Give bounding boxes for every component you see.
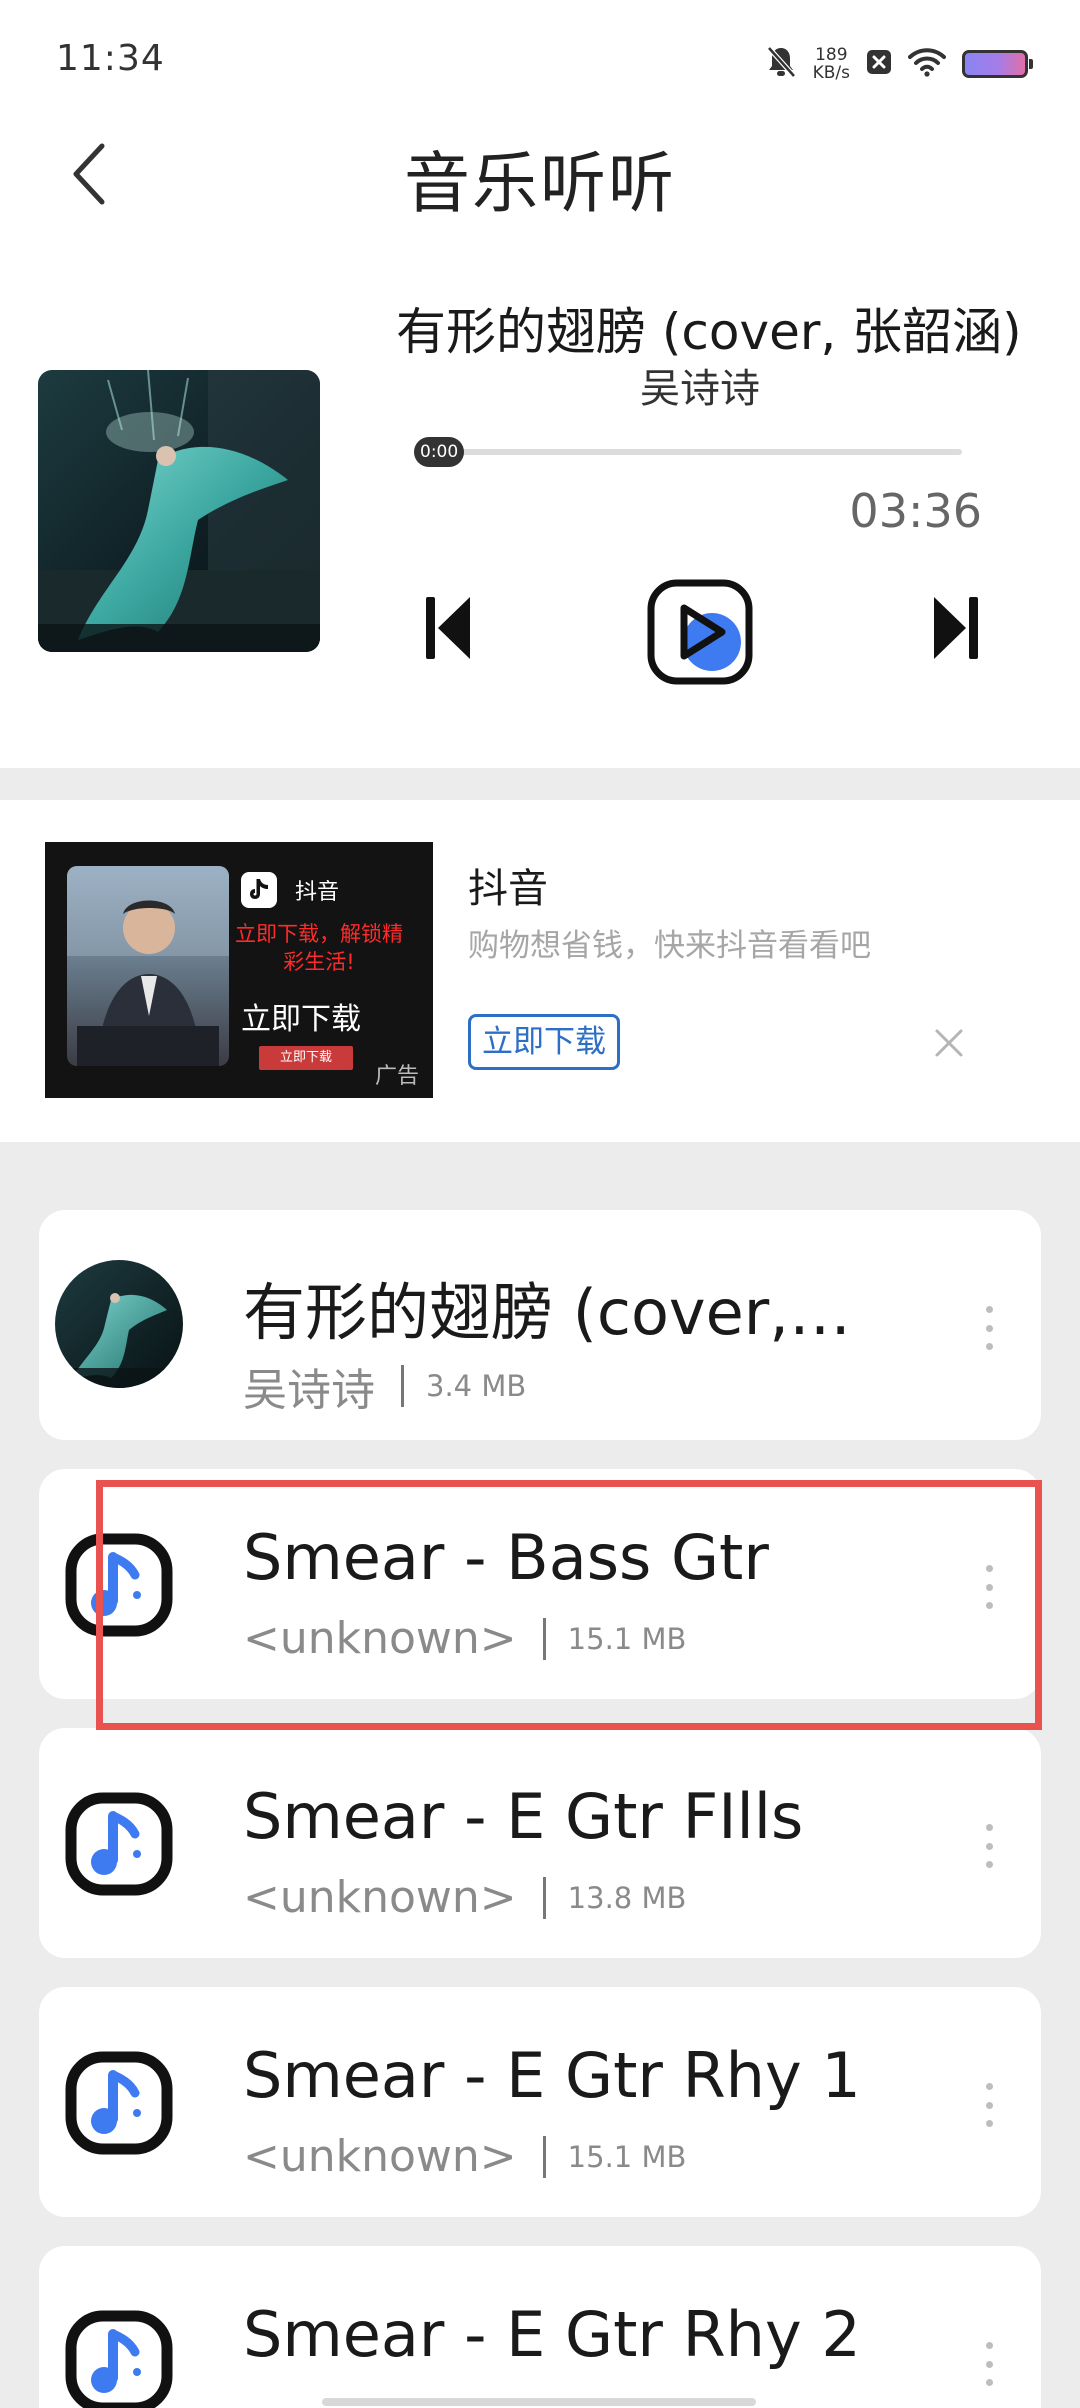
ad-image-label: 广告 [374, 1064, 419, 1089]
net-speed-value: 189 [815, 45, 848, 65]
skip-next-icon [934, 597, 978, 659]
meta-separator [542, 2135, 546, 2178]
song-artist: 吴诗诗 [243, 1365, 375, 1416]
song-title: Smear - Bass Gtr [243, 1521, 769, 1594]
song-title: Smear - E Gtr Rhy 2 [243, 2298, 861, 2371]
music-player-screen: 11:34 189 KB/s 音乐听听 有形的翅膀 (cover, 张韶涵) 吴… [0, 0, 1080, 2408]
bell-off-icon [765, 45, 797, 83]
more-options-button[interactable] [977, 1810, 1001, 1882]
ad-title: 抖音 [468, 866, 548, 912]
track-artist: 吴诗诗 [640, 366, 760, 412]
song-meta: <unknown> 15.1 MB [243, 1613, 686, 1664]
skip-previous-icon [426, 597, 470, 659]
close-icon [935, 1029, 963, 1057]
more-dot-icon [985, 1583, 993, 1591]
song-size: 15.1 MB [567, 1621, 687, 1656]
next-button[interactable] [920, 588, 990, 668]
song-size: 15.1 MB [567, 2139, 687, 2174]
more-dot-icon [985, 1602, 993, 1609]
album-art[interactable] [38, 370, 320, 652]
ad-image-download-text: 立即下载 [241, 1002, 361, 1037]
song-item[interactable]: Smear - Bass Gtr <unknown> 15.1 MB [39, 1469, 1041, 1699]
song-thumbnail [55, 1260, 183, 1388]
more-options-button[interactable] [977, 2069, 1001, 2141]
music-note-icon [65, 2049, 173, 2157]
song-artist: <unknown> [243, 1613, 517, 1664]
song-artist: <unknown> [243, 1872, 517, 1923]
more-dot-icon [985, 2379, 993, 2386]
music-note-icon [65, 2308, 173, 2408]
music-note-icon [65, 1790, 173, 1898]
close-box-icon [866, 48, 892, 80]
meta-separator [542, 1617, 546, 1660]
more-dot-icon [985, 2120, 993, 2127]
play-button[interactable] [644, 576, 756, 688]
ad-banner[interactable]: 抖音 立即下载，解锁精 彩生活! 立即下载 立即下载 广告 抖音 购物想省钱，快… [0, 800, 1080, 1142]
more-dot-icon [985, 2342, 993, 2349]
progress-bar[interactable]: 0:00 [414, 437, 962, 467]
more-dot-icon [985, 1565, 993, 1572]
song-item[interactable]: Smear - E Gtr Rhy 2 [39, 2246, 1041, 2408]
more-dot-icon [985, 1343, 993, 1350]
song-size: 3.4 MB [426, 1369, 527, 1403]
more-options-button[interactable] [977, 1551, 1001, 1623]
battery-icon [962, 50, 1033, 78]
ad-download-button[interactable]: 立即下载 [468, 1014, 620, 1070]
ad-image-slogan: 立即下载，解锁精 彩生活! [209, 920, 429, 976]
more-dot-icon [985, 1324, 993, 1332]
song-meta: <unknown> 13.8 MB [243, 1872, 686, 1923]
more-options-button[interactable] [977, 1292, 1001, 1364]
ad-photo [67, 866, 229, 1066]
player-section: 11:34 189 KB/s 音乐听听 有形的翅膀 (cover, 张韶涵) 吴… [0, 0, 1080, 768]
net-speed-unit: KB/s [812, 63, 850, 83]
network-speed: 189 KB/s [813, 46, 850, 82]
play-icon [647, 579, 753, 685]
more-dot-icon [985, 1861, 993, 1868]
ad-image-brand: 抖音 [295, 880, 340, 905]
song-size: 13.8 MB [567, 1880, 687, 1915]
more-dot-icon [985, 2083, 993, 2090]
track-title: 有形的翅膀 (cover, 张韶涵) [396, 303, 1022, 361]
meta-separator [401, 1365, 404, 1407]
song-title: Smear - E Gtr FIlls [243, 1780, 804, 1853]
status-icons: 189 KB/s [765, 40, 1033, 88]
more-dot-icon [985, 1824, 993, 1831]
more-options-button[interactable] [977, 2328, 1001, 2400]
ad-close-button[interactable] [926, 1020, 972, 1066]
album-art-image [38, 370, 320, 652]
previous-button[interactable] [414, 588, 484, 668]
music-note-icon [65, 1531, 173, 1639]
status-bar: 11:34 189 KB/s [0, 0, 1080, 124]
wifi-icon [908, 47, 946, 81]
douyin-logo-icon [241, 872, 277, 908]
duration: 03:36 [849, 484, 982, 538]
song-title: Smear - E Gtr Rhy 1 [243, 2039, 861, 2112]
song-title: 有形的翅膀 (cover,… [243, 1276, 851, 1349]
song-artist: <unknown> [243, 2131, 517, 2182]
more-dot-icon [985, 2360, 993, 2368]
song-item[interactable]: Smear - E Gtr FIlls <unknown> 13.8 MB [39, 1728, 1041, 1958]
more-dot-icon [985, 1842, 993, 1850]
song-item[interactable]: 有形的翅膀 (cover,… 吴诗诗 3.4 MB [39, 1210, 1041, 1440]
song-meta: 吴诗诗 3.4 MB [243, 1354, 526, 1418]
ad-image-slogan-line1: 立即下载，解锁精 [235, 922, 403, 946]
meta-separator [542, 1876, 546, 1919]
ad-description: 购物想省钱，快来抖音看看吧 [468, 928, 871, 964]
status-time: 11:34 [56, 38, 165, 79]
current-time[interactable]: 0:00 [414, 437, 465, 467]
more-dot-icon [985, 2101, 993, 2109]
ad-image-download-button[interactable]: 立即下载 [259, 1046, 353, 1070]
page-title: 音乐听听 [404, 145, 676, 222]
ad-image[interactable]: 抖音 立即下载，解锁精 彩生活! 立即下载 立即下载 广告 [45, 842, 433, 1098]
song-item[interactable]: Smear - E Gtr Rhy 1 <unknown> 15.1 MB [39, 1987, 1041, 2217]
home-indicator[interactable] [322, 2398, 756, 2406]
song-meta: <unknown> 15.1 MB [243, 2131, 686, 2182]
header: 音乐听听 [0, 124, 1080, 224]
more-dot-icon [985, 1306, 993, 1313]
ad-image-slogan-line2: 彩生活! [283, 950, 355, 974]
